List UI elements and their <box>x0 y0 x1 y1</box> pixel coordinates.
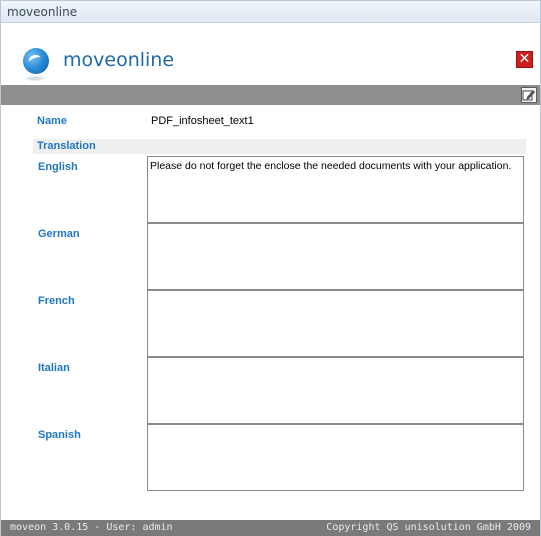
app-window: moveonline moveonline ✕ Name PDF_infoshe… <box>0 0 541 536</box>
logo-shadow <box>25 76 45 81</box>
toolbar <box>1 85 540 105</box>
language-label-french: French <box>38 295 75 307</box>
name-label: Name <box>37 115 67 127</box>
close-icon[interactable]: ✕ <box>516 51 533 68</box>
copyright-notice: Copyright QS unisolution GmbH 2009 <box>326 522 531 533</box>
window-titlebar: moveonline <box>1 1 540 23</box>
edit-icon[interactable] <box>521 87 537 103</box>
translation-field-german[interactable] <box>147 223 524 290</box>
status-footer: moveon 3.0.15 - User: admin Copyright QS… <box>1 520 540 536</box>
translation-field-italian[interactable] <box>147 357 524 424</box>
name-value: PDF_infosheet_text1 <box>151 115 254 127</box>
translation-field-spanish[interactable] <box>147 424 524 491</box>
window-title: moveonline <box>7 5 78 19</box>
language-label-italian: Italian <box>38 362 70 374</box>
translation-field-french[interactable] <box>147 290 524 357</box>
version-info: moveon 3.0.15 - User: admin <box>10 522 173 533</box>
translation-field-english[interactable]: Please do not forget the enclose the nee… <box>147 156 524 223</box>
app-header: moveonline ✕ <box>1 24 540 84</box>
form-content: Name PDF_infosheet_text1 Translation Eng… <box>1 105 540 519</box>
globe-logo-icon <box>23 48 49 74</box>
translation-section-title: Translation <box>37 140 96 152</box>
language-label-german: German <box>38 228 80 240</box>
language-label-english: English <box>38 161 78 173</box>
app-name: moveonline <box>63 49 175 71</box>
language-label-spanish: Spanish <box>38 429 81 441</box>
translation-section-header: Translation <box>33 139 526 154</box>
